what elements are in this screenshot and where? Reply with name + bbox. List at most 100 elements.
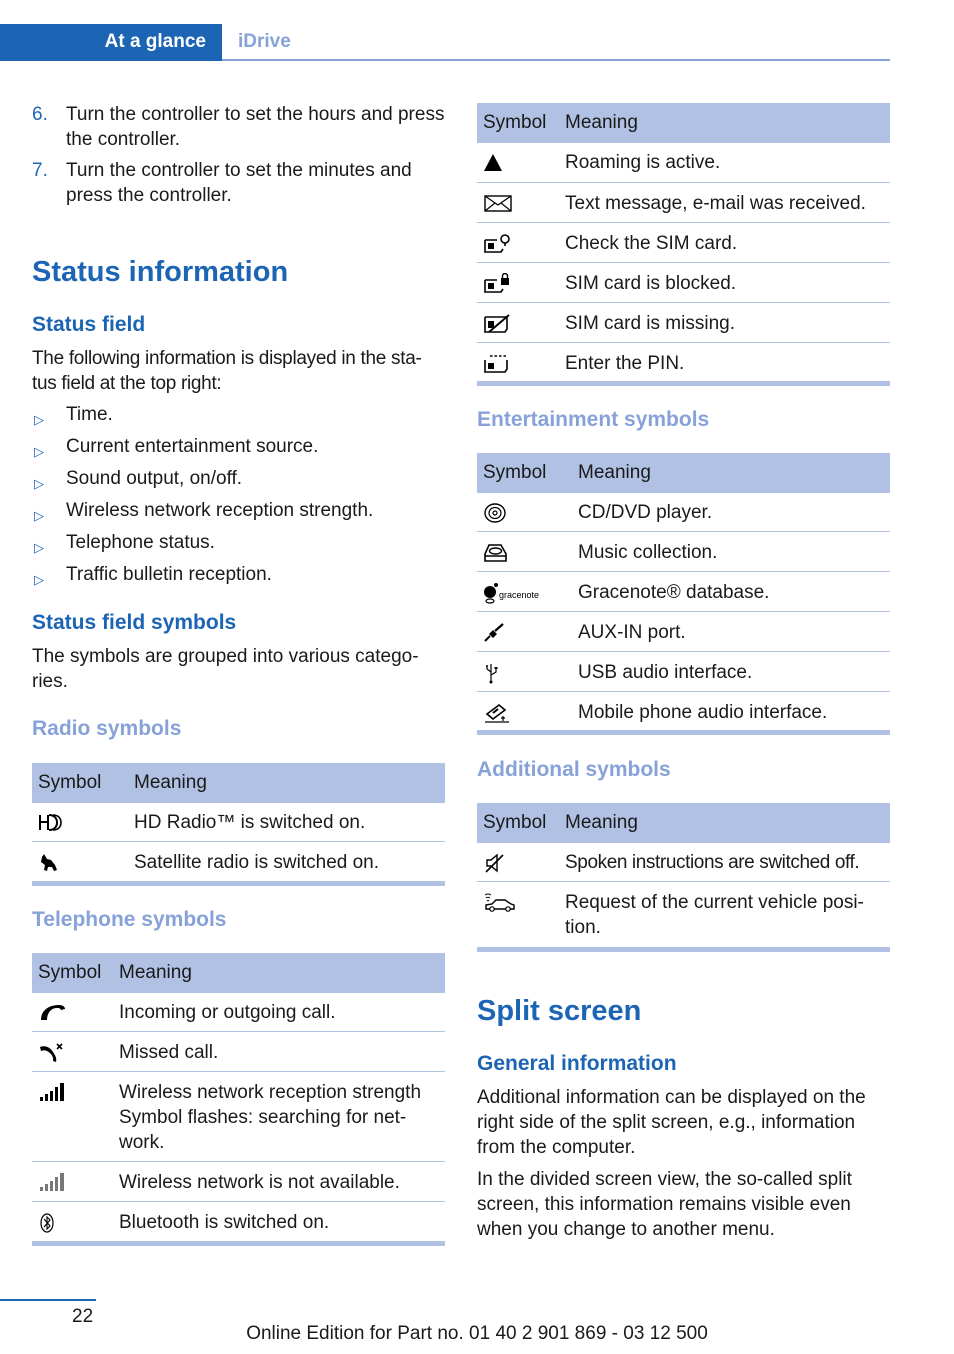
table-row: Missed call. (32, 1031, 445, 1071)
signal-strength-icon (38, 1080, 68, 1105)
triangle-bullet-icon: ▷ (34, 444, 44, 459)
heading-general-information: General information (477, 1052, 677, 1075)
step-text: Turn the controller to set the hours and… (66, 104, 445, 150)
table-row: Incoming or outgoing call. (32, 992, 445, 1031)
list-item: ▷ Current entertainment source. (32, 434, 445, 466)
gracenote-logo-text: gracenote (499, 590, 539, 600)
column-header-meaning: Meaning (565, 811, 638, 833)
column-header-symbol: Symbol (483, 811, 547, 833)
table-row: Satellite radio is switched on. (32, 841, 445, 881)
heading-entertainment-symbols: Entertainment symbols (477, 408, 710, 431)
table-row: Request of the current vehicle posi-tion… (477, 881, 890, 947)
section-tab-idrive[interactable]: iDrive (238, 31, 291, 53)
list-item: ▷ Telephone status. (32, 530, 445, 562)
table-row: Roaming is active. (477, 142, 890, 182)
sim-pin-icon (483, 351, 513, 376)
column-header-symbol: Symbol (38, 771, 102, 793)
table-row: Spoken instructions are switched off. (477, 842, 890, 881)
heading-additional-symbols: Additional symbols (477, 758, 671, 781)
table-footer-bar (477, 947, 890, 952)
table-row: Wireless network is not available. (32, 1161, 445, 1201)
cd-dvd-icon (483, 500, 513, 525)
triangle-bullet-icon: ▷ (34, 572, 44, 587)
aux-in-plug-icon (483, 620, 513, 645)
step-item: 7. Turn the controller to set the minute… (32, 158, 445, 208)
telephone-symbols-table: Symbol Meaning Incoming or outgoing call… (32, 953, 445, 1246)
table-footer-bar (477, 730, 890, 735)
table-footer-bar (32, 881, 445, 886)
table-header: Symbol Meaning (477, 103, 890, 142)
music-collection-icon (483, 540, 513, 565)
heading-radio-symbols: Radio symbols (32, 717, 182, 740)
column-header-symbol: Symbol (483, 111, 547, 133)
meaning-text: USB audio interface. (578, 662, 753, 683)
meaning-text: Spoken instructions are switched off. (565, 852, 860, 873)
triangle-bullet-icon: ▷ (34, 540, 44, 555)
meaning-text: Mobile phone audio interface. (578, 702, 828, 723)
meaning-text: Wireless network reception strength Symb… (119, 1082, 422, 1153)
roaming-triangle-icon (483, 150, 513, 175)
table-footer-bar (32, 1241, 445, 1246)
list-item-text: Telephone status. (66, 532, 215, 553)
table-row: Bluetooth is switched on. (32, 1201, 445, 1241)
list-item-text: Sound output, on/off. (66, 468, 243, 489)
list-item-text: Current entertainment source. (66, 436, 319, 457)
meaning-text: SIM card is missing. (565, 313, 735, 334)
entertainment-symbols-table: Symbol Meaning CD/DVD player. Music coll… (477, 453, 890, 735)
table-row: SIM card is missing. (477, 302, 890, 342)
column-header-symbol: Symbol (38, 961, 102, 983)
envelope-icon (483, 191, 513, 216)
section-title-split-screen: Split screen (477, 995, 642, 1027)
table-row: Mobile phone audio interface. (477, 691, 890, 730)
table-row: gracenote Gracenote® database. (477, 571, 890, 611)
table-row: SIM card is blocked. (477, 262, 890, 302)
table-row: Wireless network reception strength Symb… (32, 1071, 445, 1161)
meaning-text: SIM card is blocked. (565, 273, 737, 294)
speaker-muted-icon (483, 850, 513, 875)
triangle-bullet-icon: ▷ (34, 476, 44, 491)
column-header-symbol: Symbol (483, 461, 547, 483)
table-row: Enter the PIN. (477, 342, 890, 381)
table-header: Symbol Meaning (477, 453, 890, 492)
column-header-meaning: Meaning (134, 771, 207, 793)
step-number: 7. (32, 160, 48, 181)
satellite-radio-dog-icon (38, 850, 68, 875)
missed-call-icon (38, 1040, 68, 1065)
list-item: ▷ Time. (32, 402, 445, 434)
meaning-text: Enter the PIN. (565, 353, 685, 374)
step-number: 6. (32, 104, 48, 125)
table-header: Symbol Meaning (32, 763, 445, 802)
radio-symbols-table: Symbol Meaning HD Radio™ is switched on.… (32, 763, 445, 886)
heading-telephone-symbols: Telephone symbols (32, 908, 227, 931)
usb-icon (483, 660, 513, 685)
column-header-meaning: Meaning (565, 111, 638, 133)
meaning-text: Music collection. (578, 542, 718, 563)
chapter-tab-at-a-glance[interactable]: At a glance (0, 24, 222, 61)
list-item-text: Wireless network reception strength. (66, 500, 374, 521)
meaning-text: CD/DVD player. (578, 502, 713, 523)
meaning-text: AUX-IN port. (578, 622, 686, 643)
table-row: AUX-IN port. (477, 611, 890, 651)
hd-radio-icon (38, 810, 68, 835)
step-item: 6. Turn the controller to set the hours … (32, 102, 445, 152)
split-screen-paragraph: Additional information can be displayed … (477, 1087, 866, 1158)
meaning-text: Gracenote® database. (578, 582, 770, 603)
header-divider (222, 59, 890, 61)
meaning-text: HD Radio™ is switched on. (134, 812, 366, 833)
list-item: ▷ Sound output, on/off. (32, 466, 445, 498)
bluetooth-icon (38, 1210, 68, 1235)
triangle-bullet-icon: ▷ (34, 412, 44, 427)
step-text: Turn the controller to set the minutes a… (66, 160, 412, 206)
table-row: USB audio interface. (477, 651, 890, 691)
table-row: Music collection. (477, 531, 890, 571)
section-title-status-information: Status information (32, 256, 289, 288)
meaning-text: Check the SIM card. (565, 233, 738, 254)
table-header: Symbol Meaning (32, 953, 445, 992)
table-row: CD/DVD player. (477, 492, 890, 531)
meaning-text: Request of the current vehicle posi-tion… (565, 892, 864, 938)
table-header: Symbol Meaning (477, 803, 890, 842)
column-header-meaning: Meaning (578, 461, 651, 483)
list-item-text: Traffic bulletin reception. (66, 564, 272, 585)
vehicle-position-request-icon (483, 890, 515, 915)
sim-missing-icon (483, 311, 513, 336)
